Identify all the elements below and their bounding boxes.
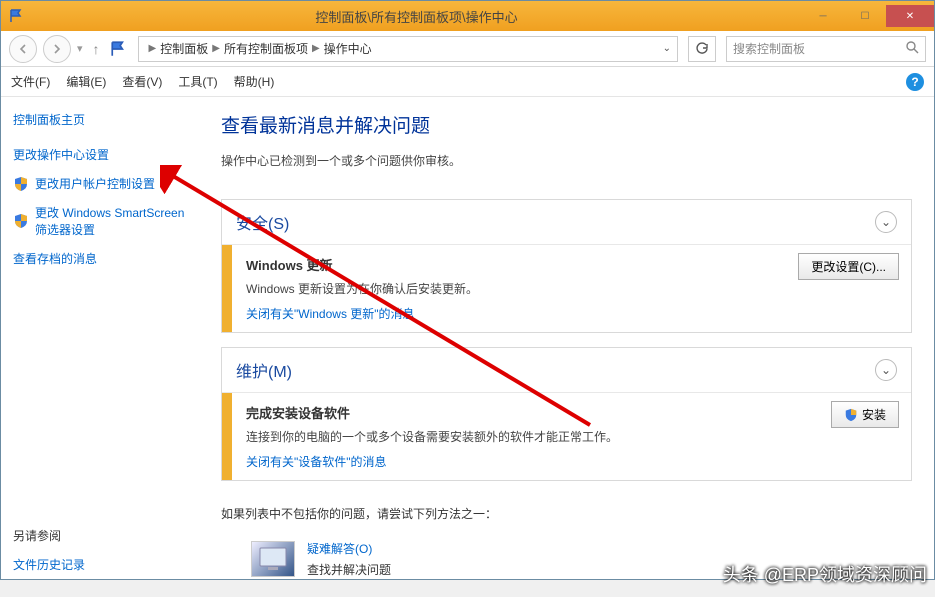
control-panel-home-link[interactable]: 控制面板主页 xyxy=(13,111,209,128)
close-button[interactable]: ✕ xyxy=(886,5,934,27)
breadcrumb[interactable]: ▶ 控制面板 ▶ 所有控制面板项 ▶ 操作中心 ⌄ xyxy=(138,36,678,62)
maximize-button[interactable]: ☐ xyxy=(844,5,886,27)
sidebar: 控制面板主页 更改操作中心设置 更改用户帐户控制设置 更改 Windows Sm… xyxy=(1,97,221,579)
help-icon[interactable]: ? xyxy=(906,73,924,91)
breadcrumb-item[interactable]: 操作中心 xyxy=(324,40,372,57)
titlebar[interactable]: 控制面板\所有控制面板项\操作中心 ─ ☐ ✕ xyxy=(1,1,934,31)
section-title: 安全(S) xyxy=(236,210,289,234)
window-title: 控制面板\所有控制面板项\操作中心 xyxy=(31,7,802,26)
chevron-right-icon: ▶ xyxy=(149,43,157,54)
menu-edit[interactable]: 编辑(E) xyxy=(66,73,106,90)
main-panel: 查看最新消息并解决问题 操作中心已检测到一个或多个问题供你审核。 安全(S) ⌄… xyxy=(221,97,934,579)
chevron-down-icon[interactable]: ⌄ xyxy=(875,359,897,381)
action-center-window: 控制面板\所有控制面板项\操作中心 ─ ☐ ✕ ▾ ↑ ▶ 控制面板 ▶ 所有控… xyxy=(0,0,935,580)
back-button[interactable] xyxy=(9,35,37,63)
sidebar-item-label: 更改操作中心设置 xyxy=(13,146,109,163)
section-header-maintenance[interactable]: 维护(M) ⌄ xyxy=(222,348,911,392)
status-bar-warning xyxy=(222,245,232,332)
sidebar-item-label: 查看存档的消息 xyxy=(13,250,97,267)
sidebar-change-uac-settings[interactable]: 更改用户帐户控制设置 xyxy=(13,175,209,192)
section-header-security[interactable]: 安全(S) ⌄ xyxy=(222,200,911,244)
sidebar-change-smartscreen[interactable]: 更改 Windows SmartScreen 筛选器设置 xyxy=(13,204,209,238)
button-label: 更改设置(C)... xyxy=(811,258,886,275)
menu-help[interactable]: 帮助(H) xyxy=(234,73,275,90)
forward-button[interactable] xyxy=(43,35,71,63)
sidebar-change-ac-settings[interactable]: 更改操作中心设置 xyxy=(13,146,209,163)
window-controls: ─ ☐ ✕ xyxy=(802,5,934,27)
breadcrumb-item[interactable]: 控制面板 xyxy=(160,40,208,57)
search-input[interactable]: 搜索控制面板 xyxy=(726,36,926,62)
section-maintenance: 维护(M) ⌄ 完成安装设备软件 连接到你的电脑的一个或多个设备需要安装额外的软… xyxy=(221,347,912,481)
page-subtext: 操作中心已检测到一个或多个问题供你审核。 xyxy=(221,152,912,169)
sidebar-file-history[interactable]: 文件历史记录 xyxy=(13,556,209,573)
section-security: 安全(S) ⌄ Windows 更新 Windows 更新设置为在你确认后安装更… xyxy=(221,199,912,333)
troubleshoot-icon xyxy=(251,541,295,577)
flag-icon xyxy=(9,8,25,24)
chevron-down-icon[interactable]: ⌄ xyxy=(875,211,897,233)
shield-icon xyxy=(844,408,858,422)
troubleshoot-row: 疑难解答(O) 查找并解决问题 xyxy=(251,540,912,578)
refresh-button[interactable] xyxy=(688,36,716,62)
navbar: ▾ ↑ ▶ 控制面板 ▶ 所有控制面板项 ▶ 操作中心 ⌄ 搜索控制面板 xyxy=(1,31,934,67)
breadcrumb-item[interactable]: 所有控制面板项 xyxy=(224,40,308,57)
minimize-button[interactable]: ─ xyxy=(802,5,844,27)
card-text: 连接到你的电脑的一个或多个设备需要安装额外的软件才能正常工作。 xyxy=(246,428,897,445)
troubleshoot-link[interactable]: 疑难解答(O) xyxy=(307,540,391,557)
dismiss-message-link[interactable]: 关闭有关"设备软件"的消息 xyxy=(246,455,387,469)
flag-icon xyxy=(110,40,128,58)
chevron-right-icon: ▶ xyxy=(312,43,320,54)
history-dropdown-icon[interactable]: ▾ xyxy=(77,42,83,55)
section-title: 维护(M) xyxy=(236,358,292,382)
sidebar-item-label: 文件历史记录 xyxy=(13,556,85,573)
status-bar-warning xyxy=(222,393,232,480)
menu-view[interactable]: 查看(V) xyxy=(122,73,162,90)
button-label: 安装 xyxy=(862,406,886,423)
menu-tools[interactable]: 工具(T) xyxy=(178,73,217,90)
shield-icon xyxy=(13,213,29,229)
up-button[interactable]: ↑ xyxy=(89,41,104,57)
card-device-software: 完成安装设备软件 连接到你的电脑的一个或多个设备需要安装额外的软件才能正常工作。… xyxy=(222,392,911,480)
menu-file[interactable]: 文件(F) xyxy=(11,73,50,90)
sidebar-archived-messages[interactable]: 查看存档的消息 xyxy=(13,250,209,267)
chevron-right-icon: ▶ xyxy=(212,43,220,54)
menubar: 文件(F) 编辑(E) 查看(V) 工具(T) 帮助(H) ? xyxy=(1,67,934,97)
chevron-down-icon[interactable]: ⌄ xyxy=(663,43,671,54)
search-icon xyxy=(906,41,919,57)
related-heading: 另请参阅 xyxy=(13,527,209,544)
sidebar-item-label: 更改用户帐户控制设置 xyxy=(35,175,155,192)
footer-text: 如果列表中不包括你的问题，请尝试下列方法之一： xyxy=(221,505,912,522)
troubleshoot-subtext: 查找并解决问题 xyxy=(307,561,391,578)
page-heading: 查看最新消息并解决问题 xyxy=(221,111,912,138)
card-text: Windows 更新设置为在你确认后安装更新。 xyxy=(246,280,897,297)
install-button[interactable]: 安装 xyxy=(831,401,899,428)
sidebar-item-label: 更改 Windows SmartScreen 筛选器设置 xyxy=(35,204,184,238)
card-windows-update: Windows 更新 Windows 更新设置为在你确认后安装更新。 关闭有关"… xyxy=(222,244,911,332)
dismiss-message-link[interactable]: 关闭有关"Windows 更新"的消息 xyxy=(246,307,415,321)
shield-icon xyxy=(13,176,29,192)
search-placeholder: 搜索控制面板 xyxy=(733,40,805,57)
card-title: 完成安装设备软件 xyxy=(246,403,897,422)
change-settings-button[interactable]: 更改设置(C)... xyxy=(798,253,899,280)
content-area: 控制面板主页 更改操作中心设置 更改用户帐户控制设置 更改 Windows Sm… xyxy=(1,97,934,579)
